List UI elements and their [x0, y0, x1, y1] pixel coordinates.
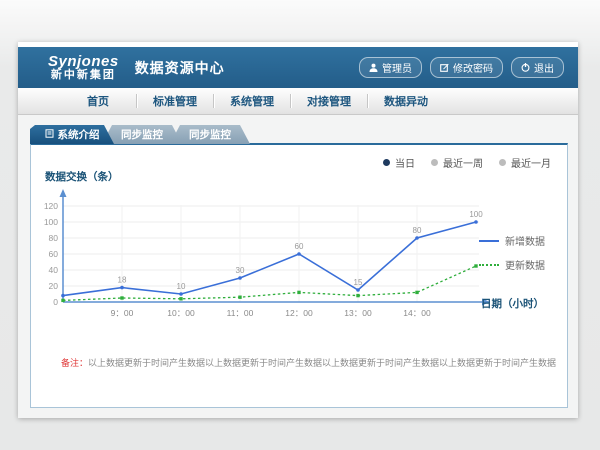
header-actions: 管理员 修改密码 退出	[359, 47, 564, 88]
nav-item-system-mgmt[interactable]: 系统管理	[214, 88, 290, 114]
brand-name: Synjones	[48, 54, 119, 70]
svg-text:20: 20	[49, 281, 59, 291]
tab-bar: 系统介绍 同步监控 同步监控	[30, 125, 250, 144]
edit-icon	[440, 63, 449, 72]
nav-item-standard-mgmt[interactable]: 标准管理	[137, 88, 213, 114]
svg-text:12：00: 12：00	[285, 308, 313, 318]
brand-name-cn: 新中新集团	[48, 70, 119, 82]
svg-text:100: 100	[469, 210, 483, 219]
brand-logo: Synjones 新中新集团	[48, 54, 119, 81]
radio-dot	[383, 159, 390, 166]
filter-last-month[interactable]: 最近一月	[499, 155, 551, 170]
nav-item-data-change[interactable]: 数据异动	[368, 88, 444, 114]
svg-text:10: 10	[177, 282, 186, 291]
footnote-text: 以上数据更新于时间产生数据以上数据更新于时间产生数据以上数据更新于时间产生数据以…	[88, 358, 557, 368]
filter-label: 最近一周	[443, 155, 483, 170]
svg-text:18: 18	[118, 276, 127, 285]
svg-text:30: 30	[236, 266, 245, 275]
legend-line-sample-solid	[479, 240, 499, 242]
legend-line-sample-dotted	[479, 264, 499, 266]
svg-text:9：00: 9：00	[111, 308, 134, 318]
svg-text:100: 100	[44, 217, 58, 227]
legend-label: 新增数据	[505, 233, 545, 248]
page-title: 数据资源中心	[135, 58, 225, 78]
power-icon	[521, 63, 530, 72]
tab-sync-monitor-2[interactable]: 同步监控	[170, 125, 250, 144]
nav-item-interface-mgmt[interactable]: 对接管理	[291, 88, 367, 114]
nav-item-home[interactable]: 首页	[60, 88, 136, 114]
radio-dot	[431, 159, 438, 166]
svg-text:13：00: 13：00	[344, 308, 372, 318]
footnote-prefix: 备注：	[61, 358, 88, 368]
svg-text:80: 80	[49, 233, 59, 243]
content-panel: 当日 最近一周 最近一月 数据交换（条） 0 20 40 60 80 100 120 9：00…	[30, 143, 568, 408]
line-chart: 0 20 40 60 80 100 120 9：00 10：00 11：00 12：00 13：00 1…	[37, 187, 497, 321]
logout-button[interactable]: 退出	[511, 57, 564, 78]
filter-label: 当日	[395, 155, 415, 170]
filter-last-week[interactable]: 最近一周	[431, 155, 483, 170]
y-axis-label: 数据交换（条）	[45, 169, 119, 184]
tab-system-intro[interactable]: 系统介绍	[30, 125, 114, 144]
svg-text:11：00: 11：00	[227, 308, 254, 318]
svg-text:60: 60	[49, 249, 59, 259]
top-header: Synjones 新中新集团 数据资源中心 管理员 修改密码 退出	[18, 47, 578, 88]
tab-label: 同步监控	[189, 127, 231, 142]
svg-text:120: 120	[44, 201, 58, 211]
filter-label: 最近一月	[511, 155, 551, 170]
svg-text:0: 0	[53, 297, 58, 307]
svg-text:14：00: 14：00	[403, 308, 431, 318]
tab-label: 系统介绍	[58, 127, 100, 142]
svg-text:10：00: 10：00	[167, 308, 195, 318]
user-icon	[369, 63, 378, 72]
svg-text:15: 15	[354, 278, 363, 287]
x-axis-label: 日期（小时）	[481, 296, 544, 311]
app-window: Synjones 新中新集团 数据资源中心 管理员 修改密码 退出	[18, 42, 578, 418]
user-button[interactable]: 管理员	[359, 57, 422, 78]
tab-sync-monitor-1[interactable]: 同步监控	[102, 125, 182, 144]
content-area: 系统介绍 同步监控 同步监控 当日 最近一周	[18, 115, 578, 418]
legend-item-new-data[interactable]: 新增数据	[479, 233, 557, 248]
time-filter-group: 当日 最近一周 最近一月	[383, 155, 551, 170]
footnote: 备注：以上数据更新于时间产生数据以上数据更新于时间产生数据以上数据更新于时间产生…	[61, 356, 557, 369]
main-nav: 首页 标准管理 系统管理 对接管理 数据异动	[18, 88, 578, 115]
change-password-button[interactable]: 修改密码	[430, 57, 503, 78]
document-icon	[45, 129, 54, 141]
svg-text:60: 60	[295, 242, 304, 251]
filter-today[interactable]: 当日	[383, 155, 415, 170]
user-button-label: 管理员	[382, 60, 412, 75]
radio-dot	[499, 159, 506, 166]
chart-svg: 0 20 40 60 80 100 120 9：00 10：00 11：00 12：00 13：00 1…	[37, 187, 497, 321]
change-password-label: 修改密码	[453, 60, 493, 75]
svg-text:80: 80	[413, 226, 422, 235]
legend-item-updated-data[interactable]: 更新数据	[479, 257, 557, 272]
logout-label: 退出	[534, 60, 554, 75]
series-legend: 新增数据 更新数据	[479, 233, 557, 281]
tab-label: 同步监控	[121, 127, 163, 142]
legend-label: 更新数据	[505, 257, 545, 272]
svg-text:40: 40	[49, 265, 59, 275]
